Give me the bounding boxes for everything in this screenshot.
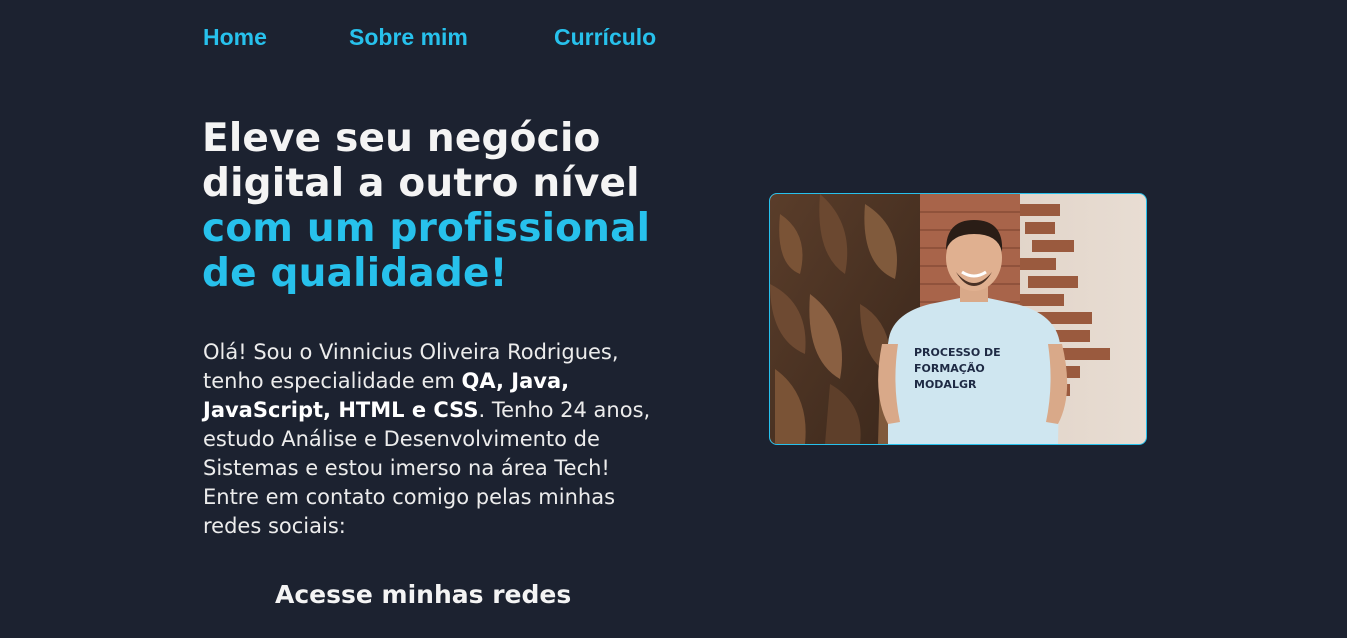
intro-line-3: JavaScript, HTML e CSS. Tenho 24 anos, <box>203 396 693 425</box>
intro-line-6: Entre em contato comigo pelas minhas <box>203 485 616 509</box>
profile-photo-illustration: PROCESSO DE FORMAÇÃO MODALGR <box>770 194 1146 444</box>
intro-text: . Tenho 24 anos, <box>478 398 651 422</box>
intro-line-2: tenho especialidade em QA, Java, <box>203 367 693 396</box>
intro-skills-bold: JavaScript, HTML e CSS <box>203 398 479 422</box>
shirt-text-line-2: FORMAÇÃO <box>914 362 985 375</box>
nav-about-link[interactable]: Sobre mim <box>349 22 554 52</box>
intro-line-5: Sistemas e estou imerso na área Tech! <box>203 456 610 480</box>
shirt-text-line-3: MODALGR <box>914 378 977 391</box>
nav-home-link[interactable]: Home <box>203 22 349 52</box>
profile-photo: PROCESSO DE FORMAÇÃO MODALGR <box>769 193 1147 445</box>
hero-heading: Eleve seu negócio digital a outro nível … <box>202 116 722 296</box>
intro-line-7: redes sociais: <box>203 514 346 538</box>
intro-text: tenho especialidade em <box>203 369 462 393</box>
intro-skills-bold: QA, Java, <box>461 369 570 393</box>
shirt-text-line-1: PROCESSO DE <box>914 346 1001 359</box>
hero-line-3: com um profissional <box>202 206 651 251</box>
intro-paragraph: Olá! Sou o Vinnicius Oliveira Rodrigues,… <box>203 338 693 541</box>
hero-line-4: de qualidade! <box>202 251 508 296</box>
intro-line-1: Olá! Sou o Vinnicius Oliveira Rodrigues, <box>203 340 619 364</box>
top-nav: Home Sobre mim Currículo <box>203 22 684 52</box>
hero-line-2: digital a outro nível <box>202 161 640 206</box>
nav-resume-link[interactable]: Currículo <box>554 22 684 52</box>
social-section-title: Acesse minhas redes <box>275 580 572 609</box>
intro-line-4: estudo Análise e Desenvolvimento de <box>203 427 600 451</box>
hero-line-1: Eleve seu negócio <box>202 116 601 161</box>
